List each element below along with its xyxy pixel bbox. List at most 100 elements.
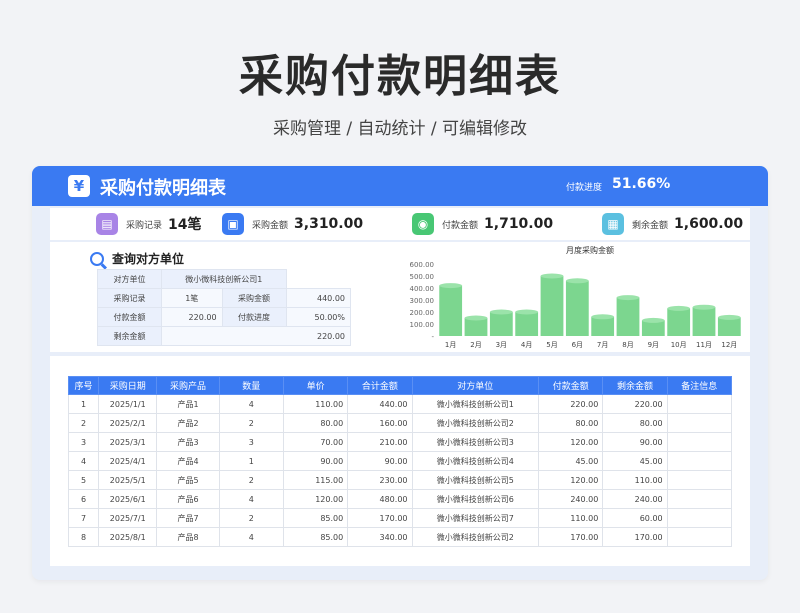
table-row[interactable]: 1 2025/1/1 产品1 4 110.00 440.00 微小微科技创新公司1 220.0…	[67, 394, 733, 414]
table-cell[interactable]: 120.00	[538, 432, 604, 452]
table-cell[interactable]: 85.00	[282, 527, 349, 547]
table-row[interactable]: 5 2025/5/1 产品5 2 115.00 230.00 微小微科技创新公司5 120.0…	[67, 470, 733, 490]
table-cell[interactable]: 60.00	[602, 508, 668, 528]
table-cell[interactable]: 80.00	[538, 413, 604, 433]
table-cell[interactable]: 微小微科技创新公司6	[411, 489, 540, 509]
table-cell[interactable]: 产品3	[156, 432, 220, 452]
table-cell[interactable]: 5	[67, 470, 100, 490]
table-row[interactable]: 4 2025/4/1 产品4 1 90.00 90.00 微小微科技创新公司4 45.00 45…	[67, 451, 733, 471]
table-cell[interactable]: 170.00	[347, 508, 413, 528]
table-cell[interactable]: 440.00	[347, 394, 413, 414]
table-cell[interactable]: 微小微科技创新公司3	[411, 432, 540, 452]
table-row[interactable]: 6 2025/6/1 产品6 4 120.00 480.00 微小微科技创新公司6 240.0…	[67, 489, 733, 509]
table-cell[interactable]	[666, 394, 733, 414]
table-row[interactable]: 8 2025/8/1 产品8 4 85.00 340.00 微小微科技创新公司2 170.00…	[67, 527, 733, 547]
table-cell[interactable]: 2	[67, 413, 100, 433]
column-header[interactable]: 备注信息	[666, 376, 733, 395]
table-cell[interactable]	[666, 470, 733, 490]
table-cell[interactable]: 2	[218, 508, 284, 528]
table-cell[interactable]: 微小微科技创新公司5	[411, 470, 540, 490]
table-cell[interactable]: 70.00	[282, 432, 349, 452]
table-cell[interactable]: 120.00	[282, 489, 349, 509]
table-cell[interactable]	[666, 527, 733, 547]
table-cell[interactable]: 2	[218, 413, 284, 433]
table-cell[interactable]: 3	[218, 432, 284, 452]
table-cell[interactable]: 90.00	[602, 432, 668, 452]
table-cell[interactable]: 2025/3/1	[98, 432, 158, 452]
table-cell[interactable]: 115.00	[282, 470, 349, 490]
table-cell[interactable]: 微小微科技创新公司2	[411, 413, 540, 433]
column-header[interactable]: 付款金额	[538, 376, 604, 395]
table-cell[interactable]: 产品4	[156, 451, 220, 471]
table-cell[interactable]: 210.00	[347, 432, 413, 452]
table-cell[interactable]: 110.00	[602, 470, 668, 490]
table-cell[interactable]: 产品6	[156, 489, 220, 509]
table-cell[interactable]: 4	[218, 489, 284, 509]
table-cell[interactable]: 2025/2/1	[98, 413, 158, 433]
column-header[interactable]: 数量	[218, 376, 284, 395]
table-cell[interactable]: 85.00	[282, 508, 349, 528]
bar-cap	[439, 283, 463, 289]
table-cell[interactable]: 480.00	[347, 489, 413, 509]
table-cell[interactable]: 7	[67, 508, 100, 528]
table-cell[interactable]	[666, 489, 733, 509]
table-cell[interactable]: 微小微科技创新公司7	[411, 508, 540, 528]
table-cell[interactable]: 产品2	[156, 413, 220, 433]
table-cell[interactable]: 1	[67, 394, 100, 414]
table-cell[interactable]: 1	[218, 451, 284, 471]
table-cell[interactable]: 230.00	[347, 470, 413, 490]
table-cell[interactable]	[666, 508, 733, 528]
table-cell[interactable]: 4	[218, 394, 284, 414]
table-cell[interactable]: 45.00	[538, 451, 604, 471]
table-cell[interactable]: 45.00	[602, 451, 668, 471]
column-header[interactable]: 合计金额	[347, 376, 413, 395]
table-cell[interactable]: 120.00	[538, 470, 604, 490]
table-cell[interactable]: 4	[67, 451, 100, 471]
table-cell[interactable]: 2	[218, 470, 284, 490]
table-cell[interactable]: 80.00	[282, 413, 349, 433]
column-header[interactable]: 采购产品	[156, 376, 220, 395]
table-cell[interactable]: 6	[67, 489, 100, 509]
table-cell[interactable]: 微小微科技创新公司2	[411, 527, 540, 547]
table-cell[interactable]: 微小微科技创新公司1	[411, 394, 540, 414]
table-cell[interactable]: 产品1	[156, 394, 220, 414]
column-header[interactable]: 对方单位	[411, 376, 540, 395]
table-cell[interactable]: 2025/1/1	[98, 394, 158, 414]
column-header[interactable]: 采购日期	[98, 376, 158, 395]
table-cell[interactable]: 240.00	[538, 489, 604, 509]
table-cell[interactable]: 160.00	[347, 413, 413, 433]
table-cell[interactable]: 90.00	[282, 451, 349, 471]
table-cell[interactable]: 微小微科技创新公司4	[411, 451, 540, 471]
table-cell[interactable]: 340.00	[347, 527, 413, 547]
table-cell[interactable]: 产品8	[156, 527, 220, 547]
table-cell[interactable]: 2025/7/1	[98, 508, 158, 528]
table-cell[interactable]: 170.00	[538, 527, 604, 547]
table-cell[interactable]: 240.00	[602, 489, 668, 509]
table-cell[interactable]: 80.00	[602, 413, 668, 433]
table-cell[interactable]: 2025/5/1	[98, 470, 158, 490]
table-row[interactable]: 2 2025/2/1 产品2 2 80.00 160.00 微小微科技创新公司2 80.00 8…	[67, 413, 733, 433]
table-cell[interactable]: 3	[67, 432, 100, 452]
table-cell[interactable]: 2025/4/1	[98, 451, 158, 471]
column-header[interactable]: 序号	[67, 376, 100, 395]
column-header[interactable]: 剩余金额	[602, 376, 668, 395]
table-cell[interactable]: 8	[67, 527, 100, 547]
table-cell[interactable]: 170.00	[602, 527, 668, 547]
table-cell[interactable]	[666, 432, 733, 452]
counterparty-select[interactable]: 微小微科技创新公司1	[161, 269, 287, 289]
table-cell[interactable]: 220.00	[602, 394, 668, 414]
table-cell[interactable]: 2025/6/1	[98, 489, 158, 509]
table-cell[interactable]: 2025/8/1	[98, 527, 158, 547]
table-cell[interactable]	[666, 451, 733, 471]
table-row[interactable]: 7 2025/7/1 产品7 2 85.00 170.00 微小微科技创新公司7 110.00…	[67, 508, 733, 528]
table-cell[interactable]: 110.00	[538, 508, 604, 528]
table-row[interactable]: 3 2025/3/1 产品3 3 70.00 210.00 微小微科技创新公司3 120.00…	[67, 432, 733, 452]
table-cell[interactable]	[666, 413, 733, 433]
table-cell[interactable]: 4	[218, 527, 284, 547]
column-header[interactable]: 单价	[282, 376, 349, 395]
table-cell[interactable]: 110.00	[282, 394, 349, 414]
table-cell[interactable]: 90.00	[347, 451, 413, 471]
table-cell[interactable]: 220.00	[538, 394, 604, 414]
table-cell[interactable]: 产品5	[156, 470, 220, 490]
table-cell[interactable]: 产品7	[156, 508, 220, 528]
